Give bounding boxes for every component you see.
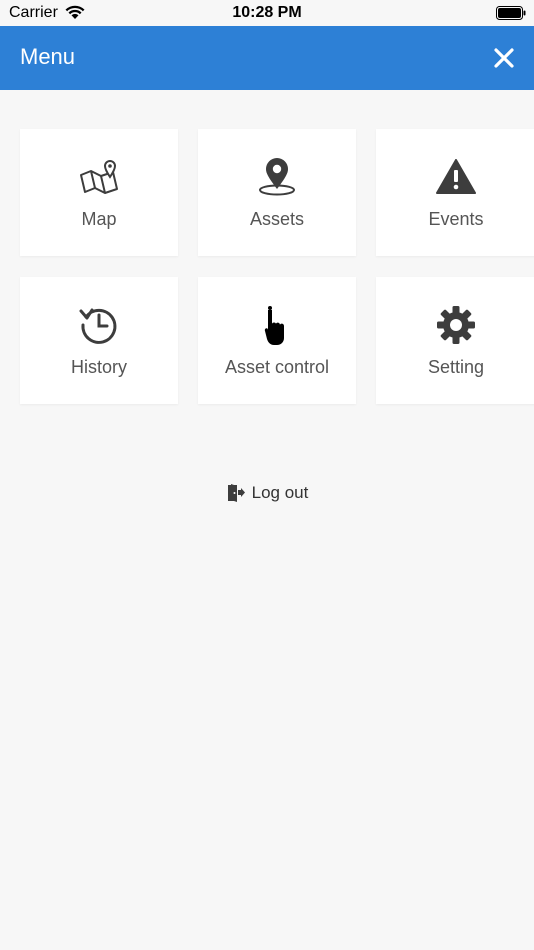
status-time: 10:28 PM <box>232 4 302 21</box>
warning-icon <box>436 159 476 194</box>
logout-button[interactable]: Log out <box>0 480 534 506</box>
menu-tile-map[interactable]: Map <box>20 129 178 256</box>
history-clock-icon <box>79 308 117 344</box>
menu-tile-events[interactable]: Events <box>376 129 534 256</box>
menu-tile-asset-control[interactable]: Asset control <box>198 277 356 404</box>
close-button[interactable] <box>488 42 520 74</box>
menu-tile-label: Asset control <box>224 357 330 377</box>
gear-icon <box>437 306 475 344</box>
close-icon <box>494 48 514 68</box>
page-title: Menu <box>20 44 76 69</box>
menu-tile-assets[interactable]: Assets <box>198 129 356 256</box>
menu-tile-setting[interactable]: Setting <box>376 277 534 404</box>
logout-door-icon <box>227 484 245 502</box>
menu-tile-label: Events <box>428 209 484 229</box>
menu-tile-label: Map <box>81 209 117 229</box>
logout-label: Log out <box>251 483 309 502</box>
menu-tile-label: History <box>70 357 127 377</box>
menu-tile-label: Assets <box>249 209 305 229</box>
status-bar: Carrier 10:28 PM <box>0 0 534 26</box>
menu-tile-label: Setting <box>427 357 485 377</box>
hand-pointer-icon <box>264 306 284 345</box>
app-header: Menu <box>0 26 534 90</box>
location-marker-icon <box>259 158 295 196</box>
battery-icon <box>496 6 526 20</box>
map-pin-icon <box>80 160 118 194</box>
menu-tile-history[interactable]: History <box>20 277 178 404</box>
